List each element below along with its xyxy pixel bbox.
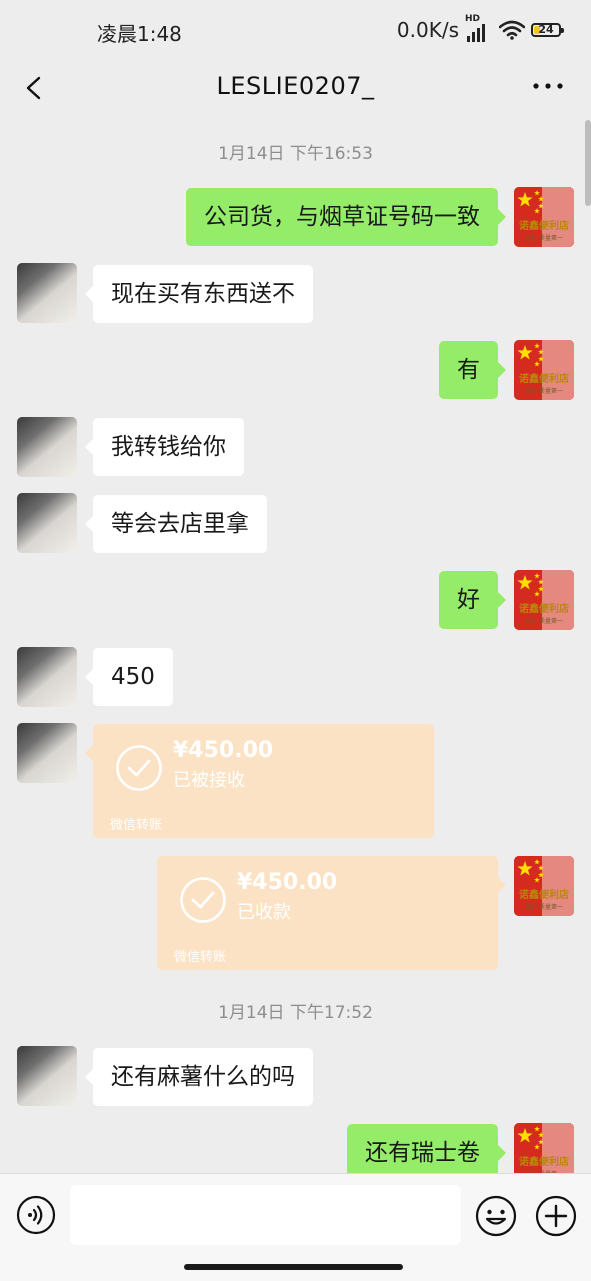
transfer-amount: ¥450.00 xyxy=(237,870,338,895)
message-bubble-incoming[interactable]: 还有麻薯什么的吗 xyxy=(85,1048,313,1106)
store-logo-image: 诺鑫便利店诚信·质量第一 xyxy=(514,340,574,400)
message-bubble-incoming[interactable]: 等会去店里拿 xyxy=(85,495,267,553)
plus-icon[interactable] xyxy=(535,1195,577,1237)
contact-avatar[interactable] xyxy=(17,647,77,707)
contact-avatar[interactable] xyxy=(17,263,77,323)
transfer-status: 已被接收 xyxy=(173,770,245,791)
wifi-icon xyxy=(499,20,525,40)
contact-avatar[interactable] xyxy=(17,1046,77,1106)
store-name-text: 诺鑫便利店 xyxy=(519,888,569,901)
store-logo-image: 诺鑫便利店诚信·质量第一 xyxy=(514,570,574,630)
transfer-card-incoming[interactable]: ¥450.00 已被接收 微信转账 xyxy=(85,724,434,838)
input-bar xyxy=(0,1173,591,1281)
store-slogan-text: 诚信·质量第一 xyxy=(525,903,563,911)
contact-avatar[interactable] xyxy=(17,417,77,477)
transfer-card-outgoing[interactable]: ¥450.00 已收款 微信转账 xyxy=(157,856,506,970)
my-avatar[interactable]: 诺鑫便利店诚信·质量第一 xyxy=(514,570,574,630)
my-avatar[interactable]: 诺鑫便利店诚信·质量第一 xyxy=(514,856,574,916)
store-logo-image: 诺鑫便利店诚信·质量第一 xyxy=(514,856,574,916)
store-slogan-text: 诚信·质量第一 xyxy=(525,617,563,625)
chat-title: LESLIE0207_ xyxy=(216,72,375,100)
network-speed: 0.0K/s xyxy=(396,18,459,42)
store-name-text: 诺鑫便利店 xyxy=(519,1155,569,1168)
message-bubble-outgoing[interactable]: 公司货，与烟草证号码一致 xyxy=(186,188,506,246)
transfer-status: 已收款 xyxy=(237,902,291,923)
hd-label: HD xyxy=(465,14,481,24)
battery-level: 24 xyxy=(538,23,554,36)
store-slogan-text: 诚信·质量第一 xyxy=(525,387,563,395)
contact-avatar[interactable] xyxy=(17,493,77,553)
status-bar: 凌晨1:48 0.0K/s HD 24 xyxy=(0,0,591,62)
voice-input-icon[interactable] xyxy=(16,1195,56,1235)
check-circle-icon xyxy=(116,745,162,791)
message-input[interactable] xyxy=(70,1185,461,1245)
my-avatar[interactable]: 诺鑫便利店诚信·质量第一 xyxy=(514,340,574,400)
cellular-signal-icon: HD xyxy=(465,14,493,42)
status-time: 凌晨1:48 xyxy=(97,22,182,46)
status-right: 0.0K/s HD 24 xyxy=(396,14,564,42)
battery-icon: 24 xyxy=(531,23,564,37)
message-bubble-outgoing[interactable]: 有 xyxy=(439,341,506,399)
message-bubble-incoming[interactable]: 现在买有东西送不 xyxy=(85,265,313,323)
timestamp: 1月14日 下午17:52 xyxy=(218,1003,373,1023)
my-avatar[interactable]: 诺鑫便利店诚信·质量第一 xyxy=(514,187,574,247)
message-bubble-outgoing[interactable]: 好 xyxy=(439,571,506,629)
message-bubble-incoming[interactable]: 我转钱给你 xyxy=(85,418,244,476)
transfer-label: 微信转账 xyxy=(110,818,163,833)
store-slogan-text: 诚信·质量第一 xyxy=(525,234,563,242)
emoji-icon[interactable] xyxy=(475,1195,517,1237)
store-name-text: 诺鑫便利店 xyxy=(519,602,569,615)
store-name-text: 诺鑫便利店 xyxy=(519,372,569,385)
transfer-amount: ¥450.00 xyxy=(173,738,274,763)
contact-avatar[interactable] xyxy=(17,723,77,783)
home-indicator[interactable] xyxy=(184,1264,403,1270)
more-options-icon[interactable] xyxy=(531,76,565,96)
chat-header: LESLIE0207_ xyxy=(0,62,591,120)
store-logo-image: 诺鑫便利店诚信·质量第一 xyxy=(514,187,574,247)
timestamp: 1月14日 下午16:53 xyxy=(218,144,373,164)
check-circle-icon xyxy=(180,877,226,923)
transfer-label: 微信转账 xyxy=(174,950,227,965)
store-name-text: 诺鑫便利店 xyxy=(519,219,569,232)
message-bubble-incoming[interactable]: 450 xyxy=(85,648,173,706)
